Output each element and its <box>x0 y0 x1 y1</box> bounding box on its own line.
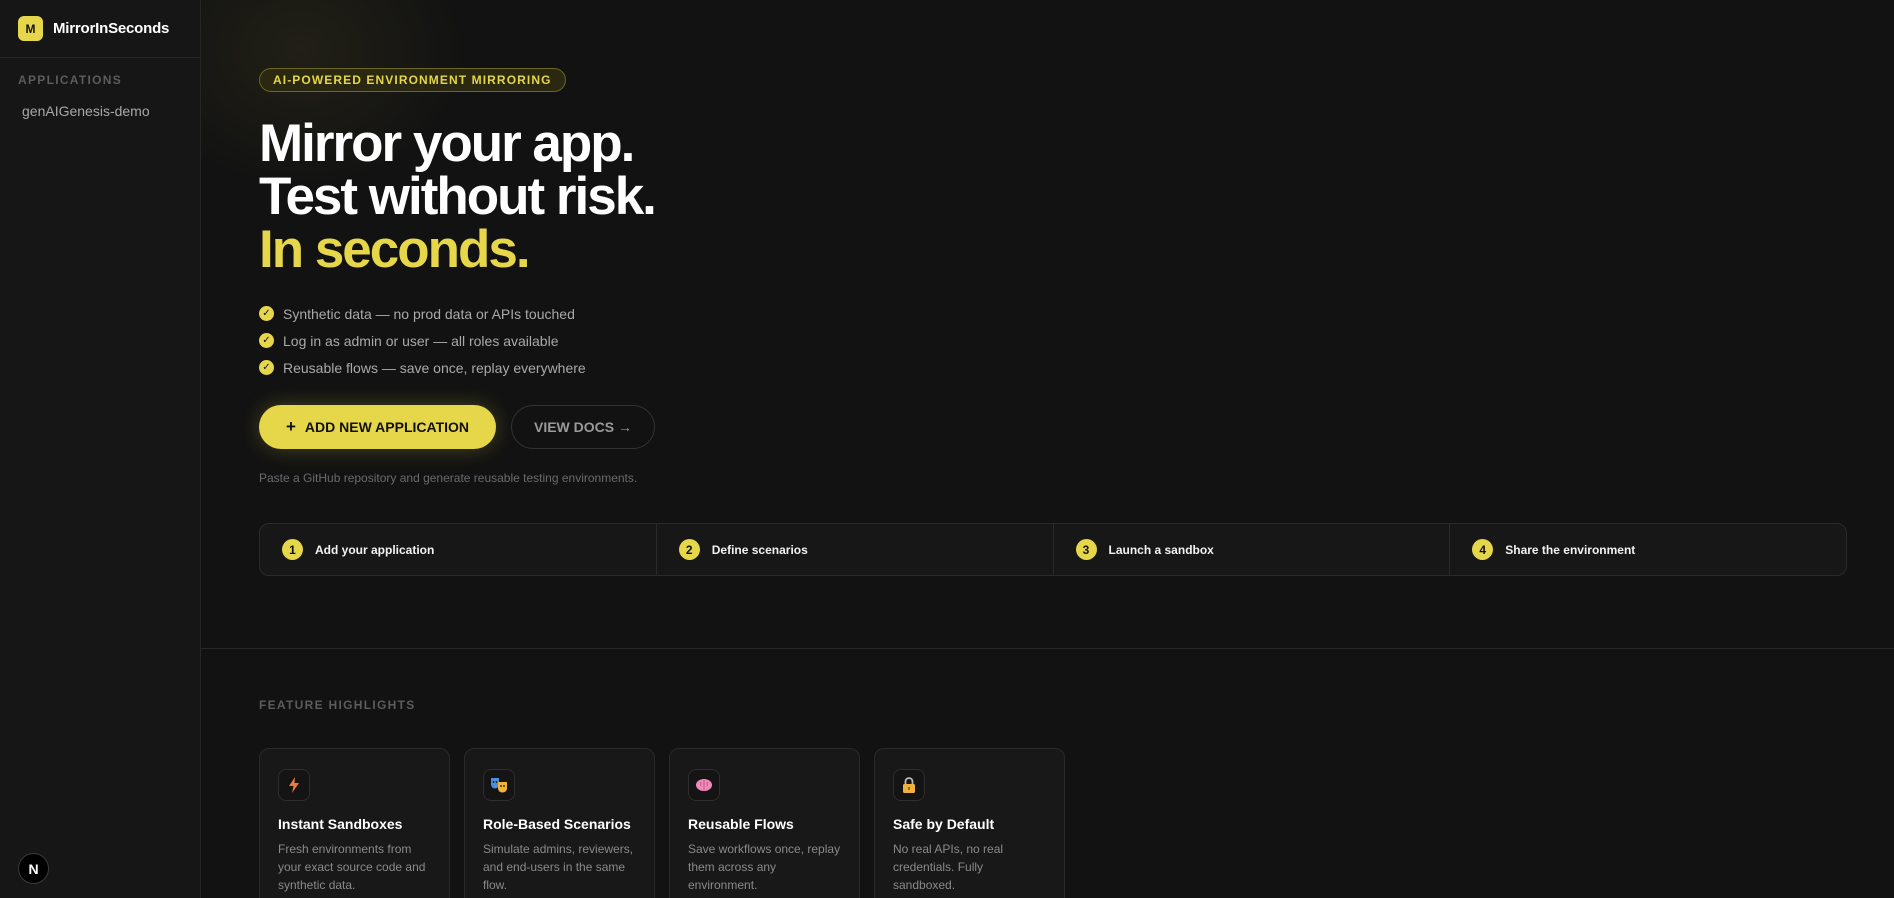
hero-section: AI-POWERED ENVIRONMENT MIRRORING Mirror … <box>259 68 657 485</box>
check-icon: ✓ <box>259 306 274 321</box>
main-content: AI-POWERED ENVIRONMENT MIRRORING Mirror … <box>201 0 1894 898</box>
benefit-text: Reusable flows — save once, replay every… <box>283 359 586 376</box>
step-label: Define scenarios <box>711 542 808 557</box>
view-docs-button[interactable]: VIEW DOCS → <box>511 405 655 449</box>
feature-card-desc: Simulate admins, reviewers, and end-user… <box>483 842 634 892</box>
benefit-item: ✓ Reusable flows — save once, replay eve… <box>259 354 655 381</box>
add-new-application-button[interactable]: + ADD NEW APPLICATION <box>259 405 496 449</box>
headline-line-3: In seconds. <box>259 220 531 279</box>
check-icon: ✓ <box>259 360 274 375</box>
brand-logo: M <box>18 16 43 41</box>
hero-badge: AI-POWERED ENVIRONMENT MIRRORING <box>259 68 566 92</box>
brand[interactable]: M MirrorInSeconds <box>0 0 200 58</box>
benefit-item: ✓ Synthetic data — no prod data or APIs … <box>259 300 655 327</box>
brand-name: MirrorInSeconds <box>53 20 170 37</box>
benefit-text: Log in as admin or user — all roles avai… <box>283 332 559 349</box>
feature-card-title: Reusable Flows <box>688 816 794 832</box>
benefit-text: Synthetic data — no prod data or APIs to… <box>283 305 575 322</box>
add-new-application-label: ADD NEW APPLICATION <box>304 419 470 435</box>
benefit-item: ✓ Log in as admin or user — all roles av… <box>259 327 655 354</box>
section-divider <box>201 648 1894 649</box>
step-item: 2 Define scenarios <box>657 524 1054 575</box>
step-label: Add your application <box>315 542 435 557</box>
feature-card-title: Role-Based Scenarios <box>483 816 631 832</box>
benefit-list: ✓ Synthetic data — no prod data or APIs … <box>259 300 655 381</box>
lightning-icon <box>278 769 310 801</box>
feature-card-title: Safe by Default <box>893 816 995 832</box>
step-number: 4 <box>1472 539 1494 560</box>
feature-card-desc: Save workflows once, replay them across … <box>688 842 841 892</box>
feature-card-reusable-flows: Reusable Flows Save workflows once, repl… <box>669 748 860 898</box>
feature-card-title: Instant Sandboxes <box>278 816 403 832</box>
feature-card-role-based-scenarios: Role-Based Scenarios Simulate admins, re… <box>464 748 655 898</box>
masks-icon <box>483 769 515 801</box>
feature-card-desc: No real APIs, no real credentials. Fully… <box>893 842 1004 892</box>
hero-headline: Mirror your app. Test without risk. In s… <box>259 114 657 279</box>
sidebar-item-genaigenesis-demo[interactable]: genAIGenesis-demo <box>8 97 192 125</box>
sidebar: M MirrorInSeconds APPLICATIONS genAIGene… <box>0 0 201 898</box>
lock-icon <box>893 769 925 801</box>
hero-actions: + ADD NEW APPLICATION VIEW DOCS → <box>259 405 655 449</box>
feature-card-safe-by-default: Safe by Default No real APIs, no real cr… <box>874 748 1065 898</box>
steps-bar: 1 Add your application 2 Define scenario… <box>259 523 1847 576</box>
headline-line-1: Mirror your app. <box>259 114 635 173</box>
nextjs-dev-badge[interactable]: N <box>18 853 49 884</box>
step-item: 3 Launch a sandbox <box>1054 524 1451 575</box>
feature-card-desc: Fresh environments from your exact sourc… <box>278 842 426 892</box>
check-icon: ✓ <box>259 333 274 348</box>
headline-line-2: Test without risk. <box>259 167 657 226</box>
hero-hint: Paste a GitHub repository and generate r… <box>259 471 638 485</box>
plus-icon: + <box>285 417 296 436</box>
step-item: 1 Add your application <box>260 524 657 575</box>
feature-cards: Instant Sandboxes Fresh environments fro… <box>259 748 1079 898</box>
step-label: Launch a sandbox <box>1108 542 1214 557</box>
step-item: 4 Share the environment <box>1450 524 1846 575</box>
step-number: 1 <box>282 539 303 560</box>
sidebar-section-applications: APPLICATIONS <box>18 73 123 87</box>
step-label: Share the environment <box>1505 542 1636 557</box>
feature-highlights-title: FEATURE HIGHLIGHTS <box>259 698 416 712</box>
step-number: 2 <box>678 539 700 560</box>
brain-icon <box>688 769 720 801</box>
step-number: 3 <box>1075 539 1097 560</box>
feature-card-instant-sandboxes: Instant Sandboxes Fresh environments fro… <box>259 748 450 898</box>
